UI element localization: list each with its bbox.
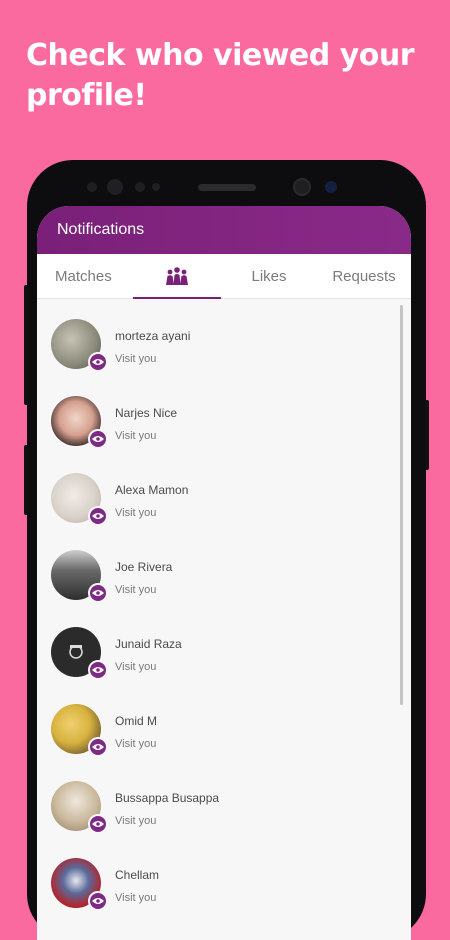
visit-status: Visit you (115, 353, 157, 365)
eye-icon (92, 590, 104, 596)
visit-status: Visit you (115, 815, 157, 827)
eye-icon (92, 821, 104, 827)
user-name: Bussappa Busappa (115, 791, 220, 805)
sensor (87, 182, 97, 192)
earpiece-speaker (198, 184, 256, 191)
visit-status: Visit you (115, 661, 157, 673)
phone-frame: Notifications Matches Likes Requests mor… (24, 160, 429, 940)
power-button (425, 400, 429, 470)
badge (88, 429, 108, 449)
badge (88, 660, 108, 680)
tab-bar: Matches Likes Requests (37, 254, 411, 299)
promo-headline-line2: profile! (26, 78, 147, 113)
sensor (135, 182, 145, 192)
list-item[interactable]: morteza ayani Visit you (37, 309, 397, 385)
visit-status: Visit you (115, 892, 157, 904)
user-name: morteza ayani (115, 329, 191, 343)
list-item[interactable]: Alexa Mamon Visit you (37, 463, 397, 539)
visitors-icon (166, 267, 188, 285)
list-item[interactable]: Bussappa Busappa Visit you (37, 771, 397, 847)
sensor (152, 183, 160, 191)
eye-icon (92, 513, 104, 519)
iris-scanner (325, 181, 337, 193)
app-title: Notifications (57, 221, 145, 238)
list-item[interactable]: Narjes Nice Visit you (37, 386, 397, 462)
badge (88, 352, 108, 372)
eye-icon (92, 359, 104, 365)
list-item[interactable]: Chellam Visit you (37, 848, 397, 924)
scrollbar[interactable] (400, 305, 403, 705)
visit-status: Visit you (115, 507, 157, 519)
user-name: Junaid Raza (115, 637, 182, 651)
promo-headline-line1: Check who viewed your (26, 38, 415, 73)
user-name: Alexa Mamon (115, 483, 189, 497)
badge (88, 891, 108, 911)
user-name: Narjes Nice (115, 406, 178, 420)
badge (88, 814, 108, 834)
tab-likes[interactable]: Likes (221, 268, 317, 285)
tab-matches[interactable]: Matches (37, 268, 133, 285)
eye-icon (92, 667, 104, 673)
visit-status: Visit you (115, 738, 157, 750)
list-item[interactable]: Joe Rivera Visit you (37, 540, 397, 616)
user-name: Chellam (115, 868, 160, 882)
promo-headline: Check who viewed your profile! (26, 36, 426, 116)
tab-requests[interactable]: Requests (317, 268, 411, 285)
user-name: Omid M (115, 714, 157, 728)
list-item[interactable]: Junaid Raza Visit you (37, 617, 397, 693)
visit-status: Visit you (115, 430, 157, 442)
side-button (24, 445, 28, 515)
badge (88, 737, 108, 757)
list-item[interactable]: Omid M Visit you (37, 694, 397, 770)
eye-icon (92, 436, 104, 442)
volume-button (24, 285, 28, 405)
badge (88, 583, 108, 603)
app-screen: Notifications Matches Likes Requests mor… (37, 206, 411, 940)
notification-list[interactable]: morteza ayani Visit you Narjes Nice Visi… (37, 299, 411, 940)
sensor (107, 179, 123, 195)
eye-icon (92, 898, 104, 904)
front-camera (293, 178, 311, 196)
tab-visitors[interactable] (133, 254, 221, 298)
app-bar: Notifications (37, 206, 411, 254)
eye-icon (92, 744, 104, 750)
visit-status: Visit you (115, 584, 157, 596)
badge (88, 506, 108, 526)
user-name: Joe Rivera (115, 560, 173, 574)
